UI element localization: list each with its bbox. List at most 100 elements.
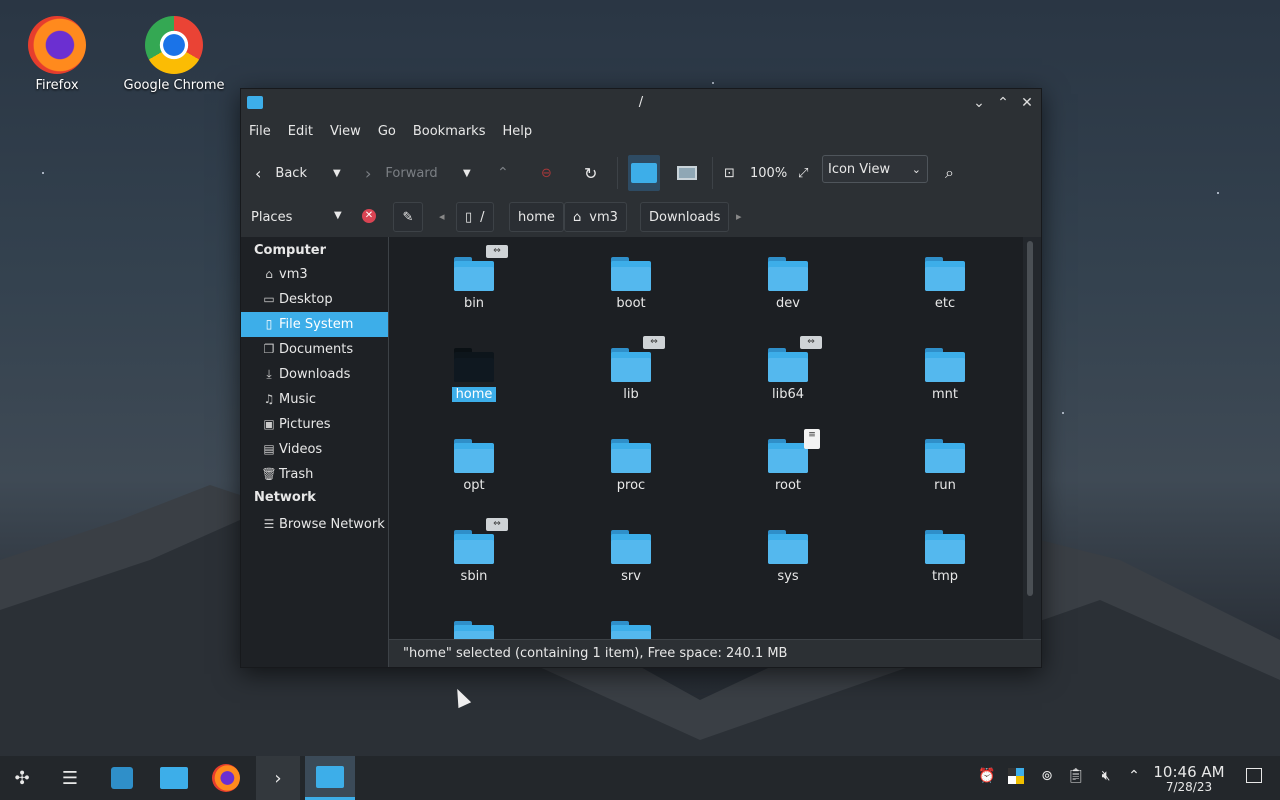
symlink-emblem-icon: ⇔: [643, 336, 665, 349]
system-settings-icon[interactable]: ☰: [55, 763, 85, 793]
zoom-in-button[interactable]: ⤢: [798, 159, 808, 187]
sidebar-item-vm3[interactable]: ⌂ vm3: [241, 262, 388, 287]
breadcrumb-label: /: [480, 209, 485, 225]
sidebar-item-desktop[interactable]: ▭ Desktop: [241, 287, 388, 312]
taskbar: ✣ ☰ › ⏰ ⊚ 📋︎ 🔇︎ ⌃ 10:46 AM 7/28/23: [0, 756, 1280, 800]
crumb-scroll-left-icon[interactable]: ◂: [439, 210, 445, 223]
menu-help[interactable]: Help: [502, 124, 532, 139]
file-name: root: [774, 478, 802, 493]
breadcrumb-home[interactable]: home: [509, 202, 564, 232]
file-item[interactable]: ⇔ lib: [571, 336, 691, 402]
file-manager-task[interactable]: [305, 756, 355, 800]
sidebar-item-videos[interactable]: ▤ Videos: [241, 437, 388, 462]
file-item[interactable]: ⇔ lib64: [728, 336, 848, 402]
sidebar-item-trash[interactable]: 🗑︎ Trash: [241, 462, 388, 487]
close-icon[interactable]: ✕: [1017, 93, 1037, 113]
minimize-icon[interactable]: ⌄: [969, 93, 989, 113]
volume-muted-icon[interactable]: 🔇︎: [1096, 768, 1116, 788]
menu-edit[interactable]: Edit: [288, 124, 313, 139]
close-places-icon[interactable]: ✕: [362, 209, 376, 223]
desktop-icon-firefox[interactable]: Firefox: [2, 8, 112, 93]
file-item[interactable]: [571, 621, 691, 639]
sidebar-item-browse-network[interactable]: ☰ Browse Network: [241, 512, 388, 537]
file-item[interactable]: opt: [414, 439, 534, 493]
file-item[interactable]: run: [885, 439, 1005, 493]
file-name: dev: [776, 296, 800, 311]
file-item[interactable]: mnt: [885, 348, 1005, 402]
forward-button[interactable]: › Forward: [365, 159, 438, 187]
maximize-icon[interactable]: ⌃: [993, 93, 1013, 113]
sidebar-item-file-system[interactable]: ▯ File System: [241, 312, 388, 337]
file-name: sys: [777, 569, 799, 584]
vertical-scrollbar[interactable]: [1027, 241, 1033, 596]
file-name: home: [451, 387, 497, 402]
tray-expand-icon[interactable]: ⌃: [1124, 768, 1144, 788]
file-item[interactable]: sys: [728, 530, 848, 584]
file-item[interactable]: [414, 621, 534, 639]
breadcrumb-vm3[interactable]: ⌂ vm3: [564, 202, 627, 232]
title-bar[interactable]: / ⌄ ⌃ ✕: [241, 89, 1041, 117]
menu-file[interactable]: File: [249, 124, 271, 139]
back-history-dropdown[interactable]: ▼: [333, 159, 341, 187]
crumb-scroll-right-icon[interactable]: ▸: [736, 210, 742, 223]
clipboard-icon[interactable]: 📋︎: [1066, 768, 1086, 788]
file-item[interactable]: srv: [571, 530, 691, 584]
folder-icon: ⇔: [611, 336, 665, 382]
breadcrumb-downloads[interactable]: Downloads: [640, 202, 730, 232]
file-item[interactable]: etc: [885, 257, 1005, 311]
menu-go[interactable]: Go: [378, 124, 396, 139]
file-item[interactable]: ⇔ bin: [414, 245, 534, 311]
file-item[interactable]: tmp: [885, 530, 1005, 584]
file-manager-icon[interactable]: [159, 763, 189, 793]
menu-bookmarks[interactable]: Bookmarks: [413, 124, 486, 139]
sidebar-item-label: File System: [279, 317, 354, 332]
file-item[interactable]: dev: [728, 257, 848, 311]
sidebar-item-documents[interactable]: ❐ Documents: [241, 337, 388, 362]
search-button[interactable]: ⌕: [945, 159, 954, 187]
file-view[interactable]: ⇔ bin boot dev etc home ⇔ lib ⇔ lib64 mnt opt proc ≡ r…: [389, 237, 1023, 639]
up-button[interactable]: ⌃: [497, 159, 509, 187]
sidebar-item-label: Desktop: [279, 292, 333, 307]
zoom-out-button[interactable]: ⊡: [724, 159, 735, 187]
notifications-icon[interactable]: ⏰: [977, 768, 997, 788]
sidebar-item-label: Music: [279, 392, 316, 407]
view-mode-select[interactable]: Icon View ⌄: [822, 155, 928, 183]
menu-view[interactable]: View: [330, 124, 361, 139]
sidebar-item-pictures[interactable]: ▣ Pictures: [241, 412, 388, 437]
sidebar-item-label: Videos: [279, 442, 323, 457]
file-item[interactable]: ⇔ sbin: [414, 518, 534, 584]
discover-store-icon[interactable]: [107, 763, 137, 793]
sidebar-item-downloads[interactable]: ⤓ Downloads: [241, 362, 388, 387]
breadcrumb-root[interactable]: ▯ /: [456, 202, 494, 232]
trash-icon: 🗑︎: [261, 467, 277, 481]
file-item[interactable]: home: [414, 348, 534, 402]
file-name: proc: [616, 478, 646, 493]
app-launcher-icon[interactable]: ✣: [7, 763, 37, 793]
updates-icon[interactable]: ⊚: [1037, 768, 1057, 788]
toolbar-separator: [712, 157, 713, 189]
home-folder-button[interactable]: [628, 155, 660, 191]
file-name: lib64: [771, 387, 805, 402]
network-icon: ☰: [263, 517, 275, 531]
terminal-icon[interactable]: ›: [256, 756, 300, 800]
sidebar-item-music[interactable]: ♫ Music: [241, 387, 388, 412]
folder-icon: [454, 439, 494, 473]
reload-button[interactable]: ↻: [584, 159, 597, 187]
computer-button[interactable]: [677, 159, 697, 187]
zoom-in-icon: ⤢: [798, 165, 809, 181]
klipper-icon[interactable]: [1006, 768, 1026, 788]
firefox-taskbar-icon[interactable]: [211, 763, 241, 793]
stop-button[interactable]: ⊖: [541, 159, 552, 187]
desktop-icon-chrome[interactable]: Google Chrome: [119, 8, 229, 93]
edit-location-button[interactable]: ✎: [393, 202, 423, 232]
clock[interactable]: 10:46 AM 7/28/23: [1148, 764, 1230, 794]
file-item[interactable]: boot: [571, 257, 691, 311]
file-item[interactable]: ≡ root: [728, 429, 848, 493]
file-item[interactable]: proc: [571, 439, 691, 493]
places-dropdown-icon[interactable]: ▼: [334, 210, 342, 221]
back-button[interactable]: ‹ Back: [255, 159, 307, 187]
symlink-emblem-icon: ⇔: [486, 245, 508, 258]
forward-history-dropdown[interactable]: ▼: [463, 159, 471, 187]
show-desktop-icon[interactable]: [1244, 768, 1264, 788]
star: [1217, 192, 1219, 194]
